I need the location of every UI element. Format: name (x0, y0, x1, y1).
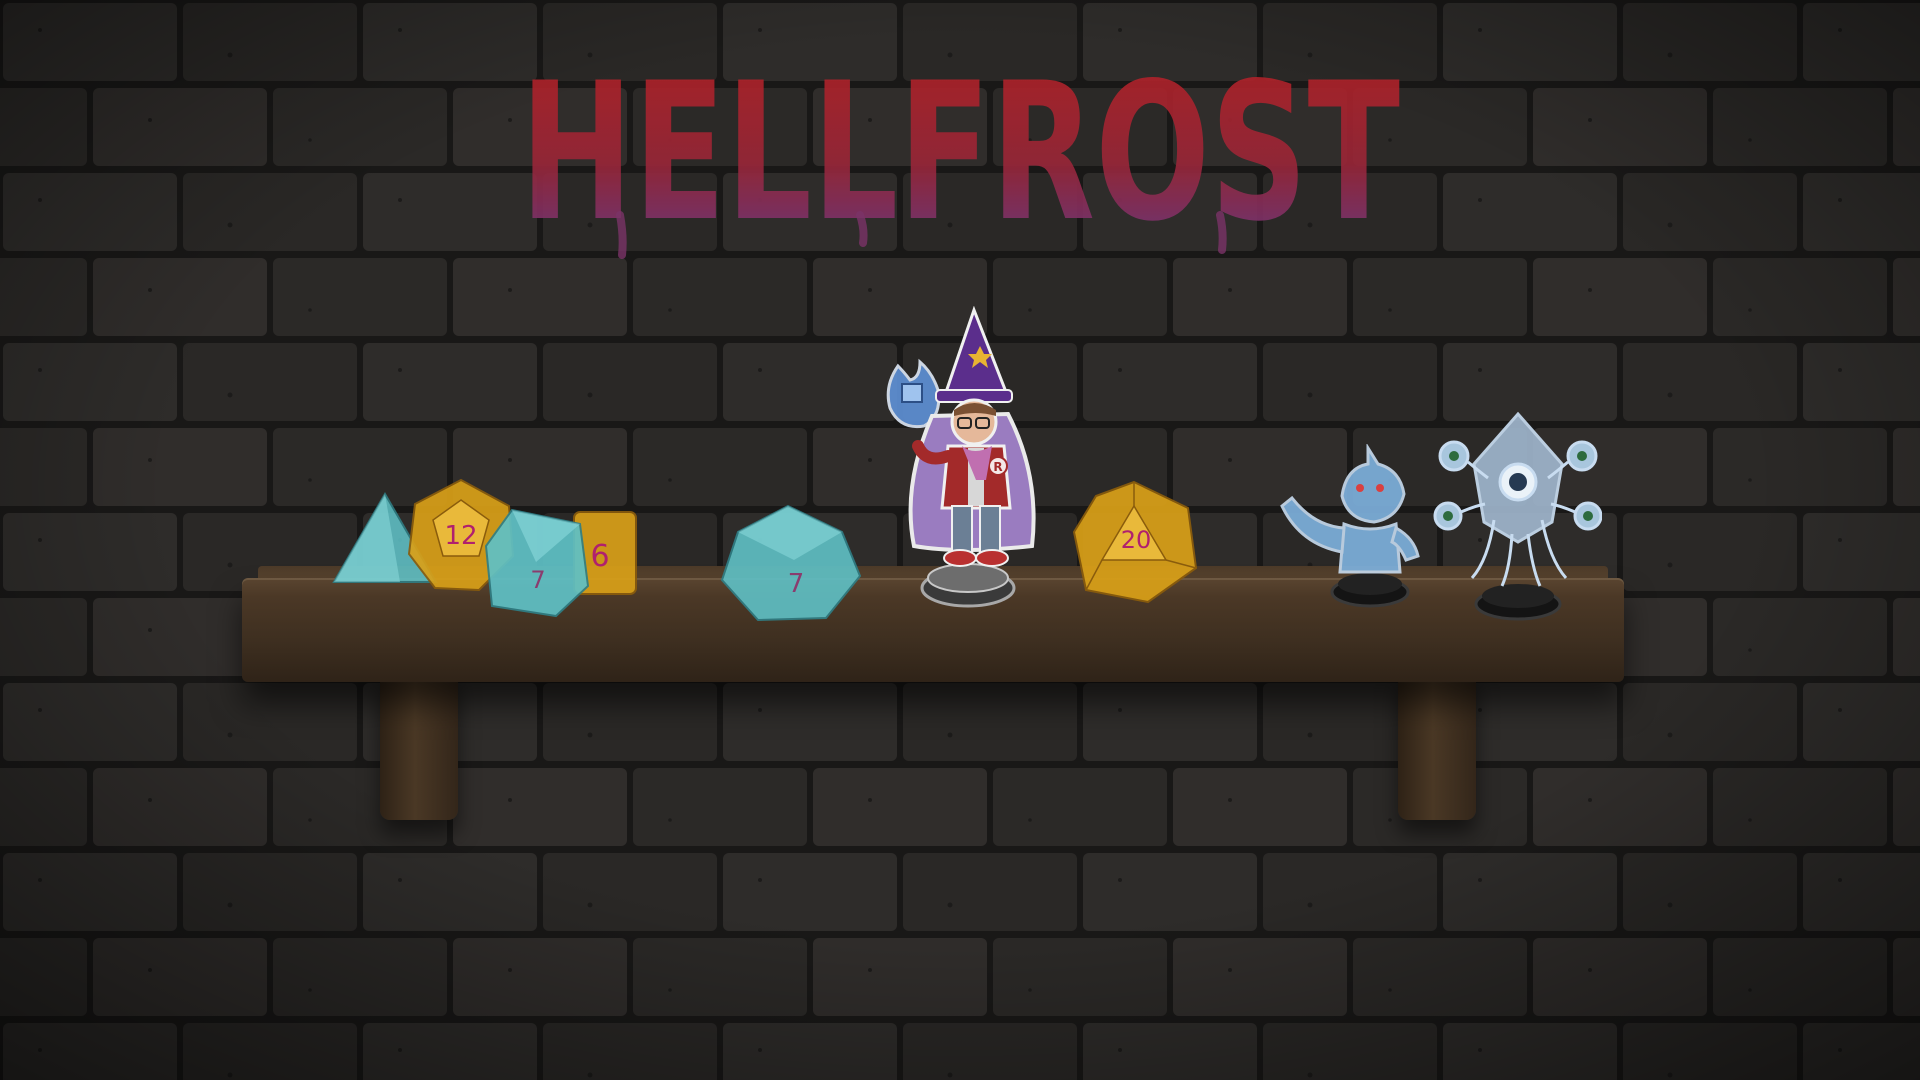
shelf-bracket-left (380, 672, 458, 820)
hellfrost-logo: HELLFROST (520, 42, 1400, 260)
wizard-badge: R (993, 460, 1002, 474)
d6-label: 6 (590, 539, 609, 574)
beholder-icon[interactable] (1432, 408, 1602, 624)
d20-label: 20 (1121, 526, 1152, 554)
d10-label: 7 (788, 569, 805, 599)
d12-label: 12 (444, 521, 477, 551)
wizard-icon[interactable]: R (870, 306, 1050, 616)
game-title: HELLFROST (520, 42, 1400, 260)
shelf-bracket-right (1398, 672, 1476, 820)
goblin-icon[interactable] (1272, 444, 1432, 614)
game-scene: HELLFROST 12 6 7 7 R 20 (0, 0, 1920, 1080)
d8-label: 7 (530, 566, 545, 594)
d8-die-icon[interactable]: 7 (482, 506, 592, 620)
d10-die-icon[interactable]: 7 (718, 502, 864, 626)
d20-die-icon[interactable]: 20 (1070, 478, 1200, 606)
